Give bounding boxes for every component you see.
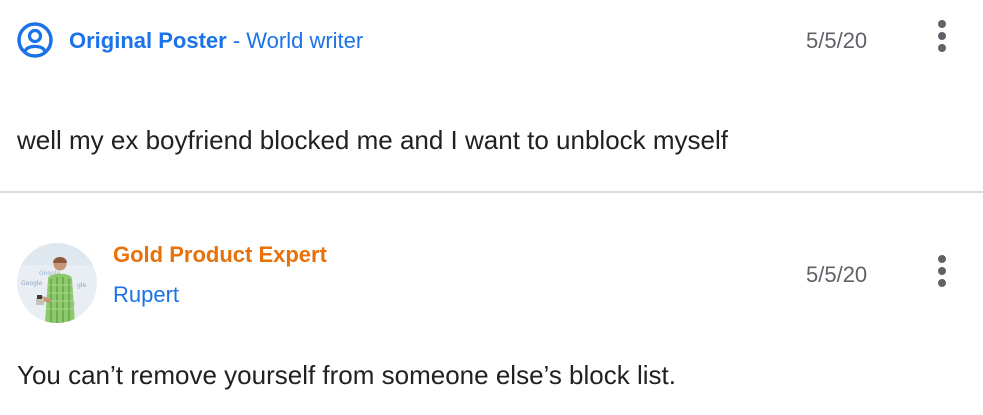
- post-date: 5/5/20: [806, 28, 868, 53]
- reply-author-name[interactable]: Rupert: [113, 282, 179, 308]
- reply-more-options-button[interactable]: [932, 251, 952, 291]
- svg-text:Google: Google: [21, 280, 42, 287]
- post-author-line: Original Poster - World writer: [69, 28, 363, 54]
- author-label[interactable]: Original Poster: [69, 28, 227, 53]
- post-body: well my ex boyfriend blocked me and I wa…: [17, 125, 729, 155]
- reply-body: You can’t remove yourself from someone e…: [17, 360, 676, 390]
- expert-level-badge[interactable]: Gold Product Expert: [113, 242, 327, 268]
- reply-post: Google Google gle Goo Gold Product Exper…: [0, 193, 983, 415]
- reply-date: 5/5/20: [806, 262, 868, 287]
- original-post: Original Poster - World writer 5/5/20 we…: [0, 0, 983, 192]
- user-photo-avatar[interactable]: Google Google gle Goo: [17, 243, 97, 323]
- author-separator: -: [226, 28, 247, 53]
- post-more-options-button[interactable]: [932, 16, 952, 56]
- svg-text:gle: gle: [77, 282, 86, 289]
- account-circle-icon[interactable]: [17, 22, 53, 58]
- author-name[interactable]: World writer: [246, 28, 363, 53]
